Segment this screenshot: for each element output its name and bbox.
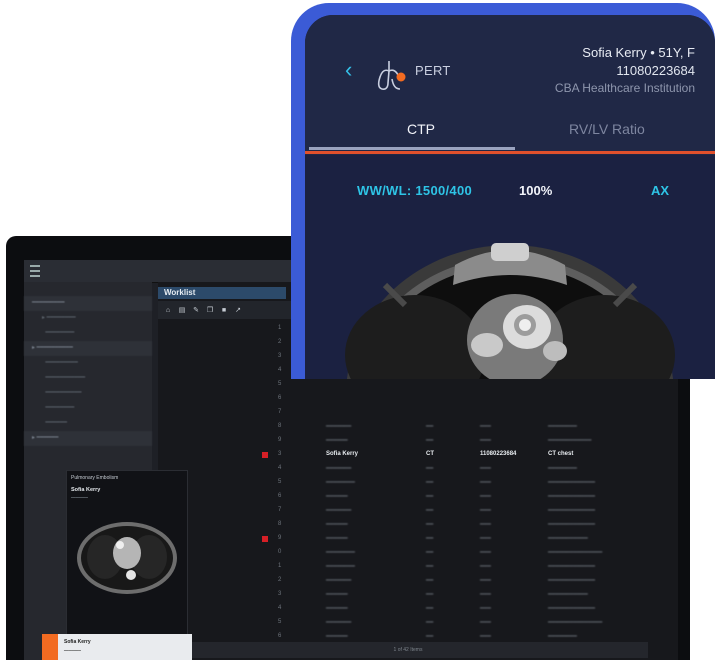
sidebar-item[interactable]: ━━━━━━━━━━ [24,386,152,401]
sidebar-item[interactable]: ━━━━━━━━━ [24,296,152,311]
tab-rv-lv-ratio[interactable]: RV/LV Ratio [569,121,645,137]
active-tab-indicator [309,147,515,150]
sidebar-item[interactable]: ━━━━━━━━ [24,401,152,416]
table-row[interactable]: 7 [158,406,678,420]
table-row[interactable]: 5 ━━━━━━━━ ━━ ━━━ ━━━━━━━━━━━━━ [158,476,678,490]
viewer-patient-name: Sofia Kerry [71,487,101,493]
chip-patient-name: Sofia Kerry [64,639,91,645]
mobile-header: ‹ PERT Sofia Kerry • 51Y, F 11080223684 … [305,15,715,111]
tab-bar: CTP RV/LV Ratio [305,111,715,155]
row-description: CT chest [548,451,574,457]
ct-thumbnail[interactable] [75,513,179,603]
chip-patient-id: ━━━━━━━ [64,648,81,653]
patient-chip[interactable]: Sofia Kerry ━━━━━━━ [42,634,192,660]
sidebar-item[interactable]: ━━━━━━━━━ [24,356,152,371]
sidebar-item[interactable]: ━━━━━━━━━━━ [24,371,152,386]
table-row[interactable]: 1 ━━━━━━━━ ━━ ━━━ ━━━━━━━━━━━━━ [158,560,678,574]
priority-flag-icon [262,452,268,458]
tab-underline [305,151,715,154]
table-row[interactable]: 6 ━━━━━━ ━━ ━━━ ━━━━━━━━━━━━━ [158,490,678,504]
row-patient-id: 11080223684 [480,451,517,457]
row-patient-name: Sofia Kerry [326,451,359,457]
table-row[interactable]: 4 ━━━━━━ ━━ ━━━ ━━━━━━━━━━━━━ [158,602,678,616]
table-row[interactable]: 9 ━━━━━━ ━━ ━━━ ━━━━━━━━━━━━ [158,434,678,448]
table-row[interactable]: 7 ━━━━━━━ ━━ ━━━ ━━━━━━━━━━━━━ [158,504,678,518]
plane-selector[interactable]: AX [651,183,669,198]
table-row[interactable]: 4 ━━━━━━━ ━━ ━━━ ━━━━━━━━ [158,462,678,476]
worklist-toolbar: ⌂ ▤ ✎ ❐ ■ ↗ [158,301,292,319]
priority-flag-icon [262,536,268,542]
plus-icon[interactable] [42,634,58,660]
menu-icon[interactable] [30,265,40,277]
table-row[interactable]: 5 ━━━━━━━ ━━ ━━━ ━━━━━━━━━━━━━━━ [158,616,678,630]
lock-icon[interactable]: ■ [220,307,228,314]
phone-screen: ‹ PERT Sofia Kerry • 51Y, F 11080223684 … [305,15,715,379]
sidebar-item[interactable]: ━━━━━━━━ [24,326,152,341]
table-row[interactable]: 9 ━━━━━━ ━━ ━━━ ━━━━━━━━━━━ [158,532,678,546]
sidebar-item[interactable]: ▸ ━━━━━━━━ [24,311,152,326]
share-icon[interactable]: ↗ [234,306,242,314]
zoom-readout[interactable]: 100% [519,183,552,198]
phone-device: ‹ PERT Sofia Kerry • 51Y, F 11080223684 … [291,3,715,379]
sidebar-item[interactable]: ▸ ━━━━━━ [24,431,152,446]
pagination: 1 of 42 Items [168,642,648,658]
patient-id: 11080223684 [616,63,695,78]
home-icon[interactable]: ⌂ [164,307,172,314]
window-level-readout[interactable]: WW/WL: 1500/400 [357,183,472,198]
patient-name: Sofia Kerry • 51Y, F [582,45,695,60]
ct-image[interactable] [305,225,715,379]
file-icon[interactable]: ▤ [178,306,186,314]
table-row[interactable]: 6 [158,392,678,406]
sidebar-item[interactable]: ▸ ━━━━━━━━━━ [24,341,152,356]
sidebar-item[interactable]: ━━━━━━ [24,416,152,431]
viewer-subtitle: ━━━━━━━ [71,495,88,500]
image-viewer-panel[interactable]: Pulmonary Embolism Sofia Kerry ━━━━━━━ [66,470,188,658]
tab-ctp[interactable]: CTP [407,121,435,137]
table-row[interactable]: 3 ━━━━━━ ━━ ━━━ ━━━━━━━━━━━ [158,588,678,602]
table-row[interactable]: 2 ━━━━━━━ ━━ ━━━ ━━━━━━━━━━━━━ [158,574,678,588]
lungs-icon [377,61,406,90]
back-arrow-icon[interactable]: ‹ [345,59,352,81]
table-row[interactable]: 8 ━━━━━━━ ━━ ━━━ ━━━━━━━━ [158,420,678,434]
table-row-selected[interactable]: 3 Sofia Kerry CT 11080223684 CT chest [158,448,678,462]
table-row[interactable]: 5 [158,378,678,392]
app-name: PERT [415,63,451,78]
copy-icon[interactable]: ❐ [206,306,214,314]
institution-name: CBA Healthcare Institution [554,81,695,95]
worklist-title: Worklist [158,287,286,299]
edit-icon[interactable]: ✎ [192,306,200,314]
table-row[interactable]: 8 ━━━━━━ ━━ ━━━ ━━━━━━━━━━━━━ [158,518,678,532]
viewer-title: Pulmonary Embolism [71,475,119,481]
table-row[interactable]: 0 ━━━━━━━━ ━━ ━━━ ━━━━━━━━━━━━━━━ [158,546,678,560]
row-modality: CT [426,451,434,457]
